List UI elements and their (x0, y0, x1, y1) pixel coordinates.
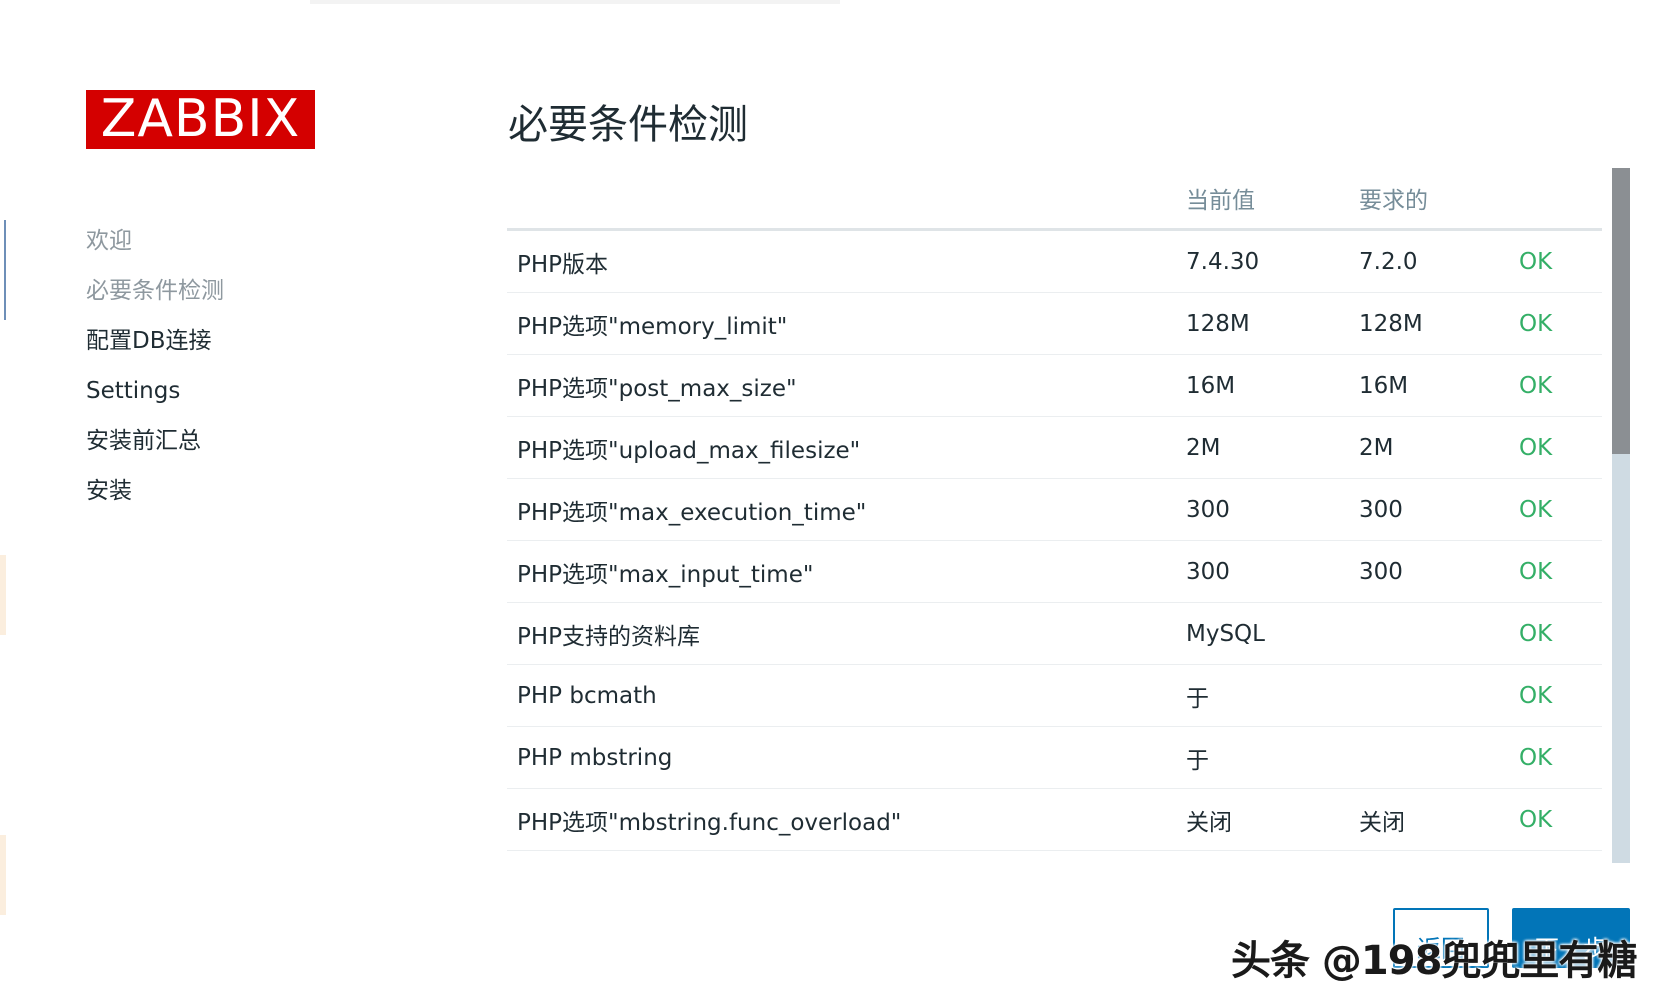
cell-current: 16M (1176, 354, 1349, 417)
top-strip (310, 0, 840, 4)
cell-status: OK (1509, 292, 1602, 355)
table-row: PHP选项"mbstring.func_overload" 关闭 关闭 OK (507, 788, 1602, 851)
cell-status: OK (1509, 354, 1602, 417)
table-row: PHP支持的资料库 MySQL OK (507, 602, 1602, 665)
cell-name: PHP mbstring (507, 726, 1176, 789)
cell-status: OK (1509, 416, 1602, 479)
cell-current: 2M (1176, 416, 1349, 479)
cell-required: 7.2.0 (1349, 229, 1509, 293)
table-row: PHP选项"upload_max_filesize" 2M 2M OK (507, 416, 1602, 479)
step-summary: 安装前汇总 (86, 428, 201, 454)
table-row: PHP选项"max_input_time" 300 300 OK (507, 540, 1602, 603)
left-edge-bar (4, 220, 6, 320)
table-scrollbar[interactable] (1612, 168, 1630, 863)
left-edge-tint (0, 835, 6, 915)
table-row: PHP选项"max_execution_time" 300 300 OK (507, 478, 1602, 541)
cell-required: 128M (1349, 292, 1509, 355)
cell-current: 7.4.30 (1176, 229, 1349, 293)
table-header-row: 当前值 要求的 (507, 168, 1602, 231)
header-name (507, 168, 1176, 231)
step-db-connection: 配置DB连接 (86, 328, 212, 354)
cell-name: PHP支持的资料库 (507, 602, 1176, 665)
cell-required: 300 (1349, 478, 1509, 541)
header-required: 要求的 (1349, 168, 1509, 231)
prerequisites-table-wrap: 当前值 要求的 PHP版本 7.4.30 7.2.0 OK PHP选项"memo… (507, 168, 1602, 860)
cell-name: PHP选项"memory_limit" (507, 292, 1176, 355)
prerequisites-table: 当前值 要求的 PHP版本 7.4.30 7.2.0 OK PHP选项"memo… (507, 168, 1602, 851)
cell-required: 16M (1349, 354, 1509, 417)
cell-name: PHP选项"post_max_size" (507, 354, 1176, 417)
cell-name: PHP选项"mbstring.func_overload" (507, 788, 1176, 851)
cell-name: PHP选项"max_input_time" (507, 540, 1176, 603)
cell-current: 于 (1176, 726, 1349, 789)
cell-name: PHP bcmath (507, 664, 1176, 727)
cell-current: 于 (1176, 664, 1349, 727)
cell-name: PHP版本 (507, 229, 1176, 293)
table-row: PHP选项"post_max_size" 16M 16M OK (507, 354, 1602, 417)
cell-current: MySQL (1176, 602, 1349, 665)
cell-required (1349, 726, 1509, 789)
watermark-text: 头条 @198兜兜里有糖 (1231, 938, 1637, 984)
table-row: PHP版本 7.4.30 7.2.0 OK (507, 229, 1602, 293)
cell-status: OK (1509, 788, 1602, 851)
cell-name: PHP选项"max_execution_time" (507, 478, 1176, 541)
cell-current: 关闭 (1176, 788, 1349, 851)
cell-required: 2M (1349, 416, 1509, 479)
cell-required (1349, 664, 1509, 727)
header-current-value: 当前值 (1176, 168, 1349, 231)
step-prerequisites[interactable]: 必要条件检测 (86, 276, 224, 326)
cell-required: 300 (1349, 540, 1509, 603)
setup-steps: 欢迎 必要条件检测 配置DB连接 Settings 安装前汇总 安装 (86, 226, 224, 526)
table-row: PHP mbstring 于 OK (507, 726, 1602, 789)
left-edge (0, 0, 12, 1000)
cell-status: OK (1509, 540, 1602, 603)
cell-current: 300 (1176, 540, 1349, 603)
cell-required (1349, 602, 1509, 665)
cell-status: OK (1509, 664, 1602, 727)
step-settings: Settings (86, 378, 181, 404)
cell-required: 关闭 (1349, 788, 1509, 851)
table-row: PHP选项"memory_limit" 128M 128M OK (507, 292, 1602, 355)
zabbix-logo: ZABBIX (86, 90, 315, 149)
scrollbar-thumb[interactable] (1612, 168, 1630, 454)
page-title: 必要条件检测 (508, 102, 748, 148)
cell-status: OK (1509, 478, 1602, 541)
step-install: 安装 (86, 478, 132, 504)
table-row: PHP bcmath 于 OK (507, 664, 1602, 727)
cell-status: OK (1509, 602, 1602, 665)
left-edge-tint (0, 555, 6, 635)
header-status (1509, 168, 1602, 231)
cell-current: 300 (1176, 478, 1349, 541)
step-welcome[interactable]: 欢迎 (86, 226, 224, 276)
cell-status: OK (1509, 229, 1602, 293)
cell-name: PHP选项"upload_max_filesize" (507, 416, 1176, 479)
cell-status: OK (1509, 726, 1602, 789)
cell-current: 128M (1176, 292, 1349, 355)
